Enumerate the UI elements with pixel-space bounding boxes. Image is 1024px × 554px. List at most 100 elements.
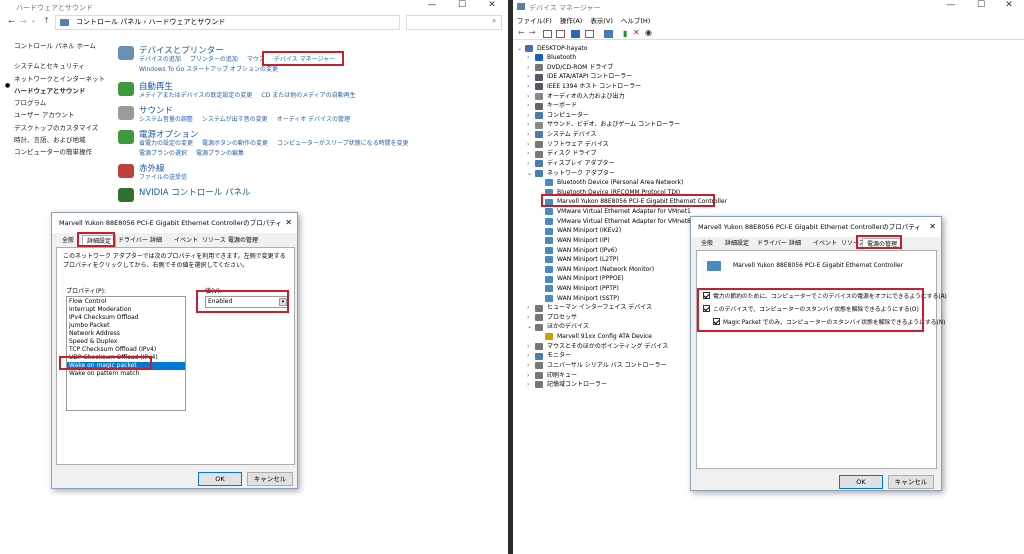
property-list-item[interactable]: Flow Control	[67, 298, 185, 306]
category-link[interactable]: デバイスの追加	[139, 55, 181, 65]
menu-help[interactable]: ヘルプ(H)	[617, 15, 654, 27]
category-link[interactable]: 電源プランの編集	[196, 149, 244, 159]
tree-node[interactable]: › Bluetooth	[527, 53, 576, 63]
expand-toggle-icon[interactable]: ›	[527, 111, 535, 121]
tree-node[interactable]: › コンピューター	[527, 111, 589, 121]
tree-node[interactable]: WAN Miniport (PPPOE)	[537, 274, 624, 284]
expand-toggle-icon[interactable]: ›	[527, 63, 535, 73]
expand-toggle-icon[interactable]: ›	[527, 303, 535, 313]
tab-3[interactable]: 詳細	[785, 238, 805, 250]
nav-item[interactable]: ユーザー アカウント	[14, 109, 105, 121]
tree-node[interactable]: VMware Virtual Ethernet Adapter for VMne…	[537, 207, 691, 217]
tree-node[interactable]: Bluetooth Device (Personal Area Network)	[537, 178, 683, 188]
expand-toggle-icon[interactable]: ›	[527, 53, 535, 63]
tree-node[interactable]: › ユニバーサル シリアル バス コントローラー	[527, 361, 667, 371]
device-view-icon[interactable]	[585, 30, 594, 38]
category-link[interactable]: コンピューターがスリープ状態になる時間を変更	[277, 139, 409, 149]
show-hide-icon[interactable]	[556, 30, 565, 38]
tree-node[interactable]: ⌄ DESKTOP-hayato	[517, 44, 587, 54]
expand-toggle-icon[interactable]: ›	[527, 72, 535, 82]
tree-node[interactable]: › ディスプレイ アダプター	[527, 159, 615, 169]
maximize-button[interactable]: ☐	[448, 0, 476, 10]
ok-button[interactable]: OK	[198, 472, 242, 486]
tree-node[interactable]: › 記憶域コントローラー	[527, 380, 607, 390]
nav-item[interactable]: プログラム	[14, 97, 105, 109]
tree-node[interactable]: › マウスとそのほかのポインティング デバイス	[527, 342, 668, 352]
category-link[interactable]: 電源プランの選択	[139, 149, 187, 159]
expand-toggle-icon[interactable]: ⌄	[517, 44, 525, 54]
tab-0[interactable]: 全般	[697, 238, 717, 250]
power-ok-button[interactable]: OK	[839, 475, 883, 489]
expand-toggle-icon[interactable]: ›	[527, 371, 535, 381]
category-link[interactable]: 省電力の設定の変更	[139, 139, 193, 149]
expand-toggle-icon[interactable]: ›	[527, 313, 535, 323]
expand-toggle-icon[interactable]: ›	[527, 92, 535, 102]
expand-toggle-icon[interactable]: ›	[527, 342, 535, 352]
category-link[interactable]: ファイルの送受信	[139, 173, 187, 183]
tab-6[interactable]: 電源の管理	[224, 235, 262, 247]
category-link[interactable]: Windows To Go スタートアップ オプションの変更	[139, 65, 278, 75]
expand-toggle-icon[interactable]: ›	[527, 130, 535, 140]
power-dialog-close-button[interactable]: ✕	[929, 217, 936, 237]
nav-item[interactable]: 時計、言語、および地域	[14, 134, 105, 146]
cancel-button[interactable]: キャンセル	[247, 472, 293, 486]
back-icon[interactable]: ←	[518, 28, 525, 37]
menu-action[interactable]: 操作(A)	[556, 15, 587, 27]
tree-node[interactable]: WAN Miniport (L2TP)	[537, 255, 619, 265]
tree-node[interactable]: WAN Miniport (IPv6)	[537, 246, 617, 256]
tree-node[interactable]: › ヒューマン インターフェイス デバイス	[527, 303, 652, 313]
nav-forward-icon[interactable]: →	[20, 17, 27, 26]
expand-toggle-icon[interactable]: ›	[527, 149, 535, 159]
menu-file[interactable]: ファイル(F)	[513, 15, 556, 27]
expand-toggle-icon[interactable]: ⌄	[527, 169, 535, 179]
tab-1[interactable]: 詳細設定	[721, 238, 753, 250]
expand-toggle-icon[interactable]: ⌄	[527, 322, 535, 332]
nav-item[interactable]: デスクトップのカスタマイズ	[14, 122, 105, 134]
tree-node[interactable]: › DVD/CD-ROM ドライブ	[527, 63, 613, 73]
nav-item[interactable]: コンピューターの簡単操作	[14, 146, 105, 158]
minimize-button[interactable]: —	[418, 0, 446, 10]
expand-toggle-icon[interactable]: ›	[527, 159, 535, 169]
dm-close-button[interactable]: ✕	[995, 0, 1023, 10]
tree-node[interactable]: ⌄ ネットワーク アダプター	[527, 169, 615, 179]
scan-hardware-icon[interactable]: ◉	[645, 28, 652, 37]
tree-node[interactable]: › ソフトウェア デバイス	[527, 140, 609, 150]
tab-3[interactable]: 詳細	[146, 235, 166, 247]
property-list-item[interactable]: IPv4 Checksum Offload	[67, 314, 185, 322]
property-listbox[interactable]: Flow Control Interrupt Moderation IPv4 Che…	[66, 296, 186, 411]
tree-node[interactable]: › キーボード	[527, 101, 577, 111]
tree-node[interactable]: ⌄ ほかのデバイス	[527, 322, 589, 332]
menu-view[interactable]: 表示(V)	[586, 15, 617, 27]
tree-node[interactable]: › システム デバイス	[527, 130, 597, 140]
nav-dropdown-icon[interactable]: ⌄	[31, 17, 36, 24]
category-link[interactable]: システム音量の調整	[139, 115, 193, 125]
uninstall-icon[interactable]: ✕	[633, 28, 640, 37]
update-driver-icon[interactable]	[604, 30, 613, 38]
power-cancel-button[interactable]: キャンセル	[888, 475, 934, 489]
help-icon[interactable]	[571, 30, 580, 38]
expand-toggle-icon[interactable]: ›	[527, 120, 535, 130]
property-list-item[interactable]: Wake on pattern match	[67, 370, 185, 378]
property-list-item[interactable]: TCP Checksum Offload (IPv4)	[67, 346, 185, 354]
property-list-item[interactable]: Interrupt Moderation	[67, 306, 185, 314]
tree-node[interactable]: VMware Virtual Ethernet Adapter for VMne…	[537, 217, 691, 227]
expand-toggle-icon[interactable]: ›	[527, 101, 535, 111]
category-link[interactable]: システムが出す音の変更	[202, 115, 268, 125]
expand-toggle-icon[interactable]: ›	[527, 361, 535, 371]
property-list-item[interactable]: Network Address	[67, 330, 185, 338]
tree-node[interactable]: › IDE ATA/ATAPI コントローラー	[527, 72, 632, 82]
enable-device-icon[interactable]: ▮	[623, 29, 627, 38]
dm-maximize-button[interactable]: ☐	[967, 0, 995, 10]
tree-node[interactable]: › IEEE 1394 ホスト コントローラー	[527, 82, 641, 92]
forward-icon[interactable]: →	[529, 28, 536, 37]
category-link[interactable]: オーディオ デバイスの管理	[277, 115, 350, 125]
property-list-item[interactable]: Jumbo Packet	[67, 322, 185, 330]
tree-node[interactable]: WAN Miniport (SSTP)	[537, 294, 619, 304]
nav-back-icon[interactable]: ←	[8, 17, 15, 26]
tab-0[interactable]: 全般	[58, 235, 78, 247]
dialog-close-button[interactable]: ✕	[285, 213, 292, 233]
expand-toggle-icon[interactable]: ›	[527, 82, 535, 92]
tree-node[interactable]: › モニター	[527, 351, 571, 361]
tree-node[interactable]: WAN Miniport (PPTP)	[537, 284, 619, 294]
nav-item[interactable]: ハードウェアとサウンド	[14, 85, 105, 97]
